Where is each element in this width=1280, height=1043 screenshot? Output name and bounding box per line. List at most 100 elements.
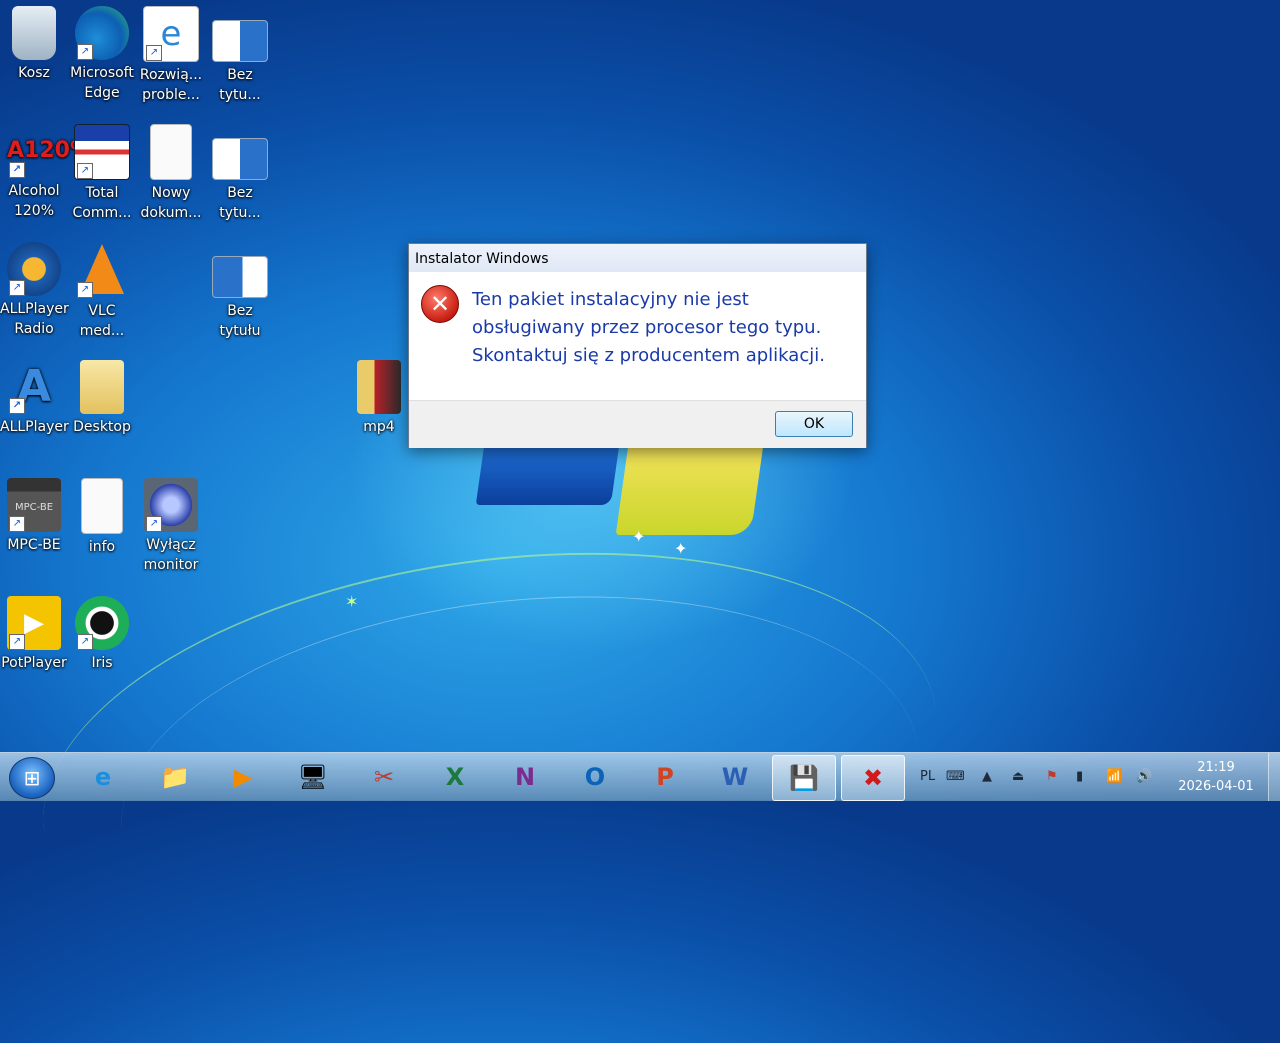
desktop-icon-untitled-3[interactable]: Bez tytułu (206, 242, 274, 341)
sparkle-icon: ✦ (632, 527, 646, 546)
floppy-icon: ↗ (74, 124, 130, 180)
shortcut-arrow-icon: ↗ (146, 45, 162, 61)
powerpoint-icon[interactable]: P (634, 755, 696, 799)
desktop-icon-desktop-folder[interactable]: Desktop (68, 360, 136, 437)
desktop-icon-untitled-2[interactable]: Bez tytu... (206, 124, 274, 223)
tools-icon[interactable]: ✂ (353, 755, 415, 799)
clapperboard-icon: MPC-BE ↗ (7, 478, 61, 532)
alcohol-icon: A120% ↗ (7, 124, 92, 178)
vlc-cone-icon: ↗ (75, 244, 129, 298)
iris-aperture-icon: ↗ (75, 596, 129, 650)
media-player-icon[interactable]: ▶ (212, 755, 274, 799)
icon-label: VLC med... (79, 303, 125, 339)
desktop-icon-untitled-1[interactable]: Bez tytu... (206, 6, 274, 105)
shortcut-arrow-icon: ↗ (77, 282, 93, 298)
shortcut-arrow-icon: ↗ (77, 163, 93, 179)
icon-label: Desktop (73, 419, 131, 435)
desktop-icon-iris[interactable]: ↗ Iris (68, 596, 136, 673)
clock-date: 2026-04-01 (1178, 779, 1254, 794)
safely-remove-icon[interactable]: ⏏ (1012, 753, 1024, 801)
file-explorer-icon[interactable]: 📁 (144, 755, 206, 799)
icon-label: mp4 (363, 419, 395, 435)
desktop-icon-new-document[interactable]: Nowy dokum... (137, 124, 205, 223)
desktop-icon-total-commander[interactable]: ↗ Total Comm... (68, 124, 136, 223)
icon-label: Total Comm... (72, 185, 132, 221)
monitor-icon[interactable]: 🖥 (282, 755, 344, 799)
dialog-body: ✕ Ten pakiet instalacyjny nie jest obsłu… (409, 272, 866, 400)
text-document-icon (81, 478, 123, 534)
desktop-icon-mpc-be[interactable]: MPC-BE ↗ MPC-BE (0, 478, 68, 555)
icon-label: Bez tytu... (219, 67, 261, 103)
clock[interactable]: 21:19 2026-04-01 (1166, 758, 1266, 796)
shortcut-arrow-icon: ↗ (77, 634, 93, 650)
screenshot-thumbnail-icon (212, 256, 268, 298)
recycle-bin-icon (12, 6, 56, 60)
icon-label: Wyłącz monitor (143, 537, 199, 573)
icon-label: Microsoft Edge (70, 65, 134, 101)
show-hidden-icons-icon[interactable]: ▲ (982, 753, 992, 801)
text-document-icon (150, 124, 192, 180)
radio-icon: ↗ (7, 242, 61, 296)
sparkle-icon: ✶ (345, 592, 359, 611)
folder-icon (80, 360, 124, 414)
network-icon[interactable]: 📶 (1106, 753, 1122, 801)
desktop-icon-allplayer[interactable]: A ↗ ALLPlayer (0, 360, 69, 437)
outlook-icon[interactable]: O (564, 755, 626, 799)
desktop-icon-info[interactable]: info (68, 478, 136, 557)
shortcut-arrow-icon: ↗ (146, 516, 162, 532)
desktop-icon-edge[interactable]: ↗ Microsoft Edge (68, 6, 136, 103)
start-button[interactable]: ⊞ (9, 757, 55, 799)
icon-label: ALLPlayer Radio (0, 301, 69, 337)
icon-label: PotPlayer (1, 655, 67, 671)
taskbar: ⊞ e 📁 ▶ 🖥 ✂ X N O P W 💾 ✖ PL ⌨ ▲ ⏏ ⚑ ▮ 📶… (0, 752, 1280, 801)
keyboard-icon[interactable]: ⌨ (946, 753, 965, 801)
monitor-icon: ↗ (144, 478, 198, 532)
power-icon[interactable]: ▮ (1076, 753, 1083, 801)
volume-icon[interactable]: 🔊 (1136, 753, 1152, 801)
icon-label: Bez tytułu (219, 303, 261, 339)
word-icon[interactable]: W (704, 755, 766, 799)
windows-logo-blue-pane (475, 445, 620, 505)
ie-document-icon: e ↗ (143, 6, 199, 62)
shortcut-arrow-icon: ↗ (9, 162, 25, 178)
icon-label: MPC-BE (7, 537, 61, 553)
desktop-icon-recycle-bin[interactable]: Kosz (0, 6, 68, 83)
windows-logo-yellow-pane (615, 445, 764, 535)
dialog-message: Ten pakiet instalacyjny nie jest obsługi… (472, 289, 825, 366)
ok-button[interactable]: OK (775, 411, 853, 437)
language-indicator[interactable]: PL (920, 753, 935, 801)
screenshot-thumbnail-icon (212, 138, 268, 180)
floppy-save-icon[interactable]: 💾 (772, 755, 836, 801)
folder-icon (357, 360, 401, 414)
desktop-icon-monitor-off[interactable]: ↗ Wyłącz monitor (137, 478, 205, 575)
icon-label: Alcohol 120% (8, 183, 60, 219)
icon-label: Iris (91, 655, 113, 671)
shortcut-arrow-icon: ↗ (77, 44, 93, 60)
action-center-flag-icon[interactable]: ⚑ (1046, 753, 1058, 801)
desktop-icon-mp4-folder[interactable]: mp4 (345, 360, 413, 437)
desktop-icon-potplayer[interactable]: ▶ ↗ PotPlayer (0, 596, 68, 673)
error-icon: ✕ (421, 285, 459, 323)
edge-icon: ↗ (75, 6, 129, 60)
icon-label: Kosz (18, 65, 50, 81)
desktop-icon-allplayer-radio[interactable]: ↗ ALLPlayer Radio (0, 242, 69, 339)
internet-explorer-icon[interactable]: e (72, 755, 134, 799)
icon-label: ALLPlayer (0, 419, 69, 435)
show-desktop-button[interactable] (1268, 753, 1280, 801)
shortcut-arrow-icon: ↗ (9, 280, 25, 296)
onenote-icon[interactable]: N (494, 755, 556, 799)
clock-time: 21:19 (1197, 760, 1235, 775)
icon-label: Rozwią... proble... (139, 67, 203, 103)
error-icon[interactable]: ✖ (841, 755, 905, 801)
excel-icon[interactable]: X (424, 755, 486, 799)
desktop-icon-alcohol[interactable]: A120% ↗ Alcohol 120% (0, 124, 92, 221)
desktop-icon-vlc[interactable]: ↗ VLC med... (68, 242, 136, 341)
dialog-title[interactable]: Instalator Windows (409, 244, 866, 272)
sparkle-icon: ✦ (674, 539, 688, 558)
desktop-icon-troubleshoot[interactable]: e ↗ Rozwią... proble... (137, 6, 205, 105)
shortcut-arrow-icon: ↗ (9, 398, 25, 414)
dialog-footer: OK (409, 400, 866, 448)
screenshot-thumbnail-icon (212, 20, 268, 62)
installer-error-dialog: Instalator Windows ✕ Ten pakiet instalac… (408, 243, 867, 448)
potplayer-icon: ▶ ↗ (7, 596, 61, 650)
